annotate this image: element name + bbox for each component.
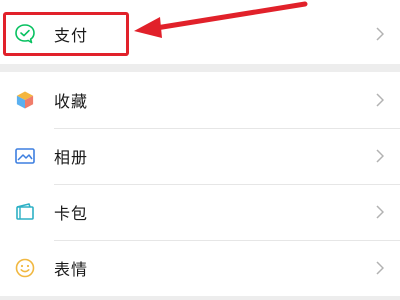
pay-group: 支付 <box>0 0 400 64</box>
emoji-smiley-icon <box>12 255 38 281</box>
menu-item-album[interactable]: 相册 <box>0 128 400 184</box>
chevron-right-icon <box>374 148 386 164</box>
menu-list-group: 收藏 相册 卡包 表情 <box>0 72 400 296</box>
menu-item-album-label: 相册 <box>54 148 89 167</box>
menu-item-favorites-label: 收藏 <box>54 92 89 111</box>
annotation-highlight-box <box>3 12 129 56</box>
wechat-me-menu: 支付 收藏 相册 卡包 表情 <box>0 0 400 300</box>
menu-item-card-wallet[interactable]: 卡包 <box>0 184 400 240</box>
album-picture-icon <box>12 143 38 169</box>
chevron-right-icon <box>374 92 386 108</box>
card-wallet-icon <box>12 199 38 225</box>
chevron-right-icon <box>374 26 386 42</box>
menu-item-favorites[interactable]: 收藏 <box>0 72 400 128</box>
chevron-right-icon <box>374 260 386 276</box>
favorites-cube-icon <box>12 87 38 113</box>
menu-item-stickers[interactable]: 表情 <box>0 240 400 296</box>
menu-item-card-wallet-label: 卡包 <box>54 204 89 223</box>
chevron-right-icon <box>374 204 386 220</box>
menu-item-stickers-label: 表情 <box>54 260 89 279</box>
